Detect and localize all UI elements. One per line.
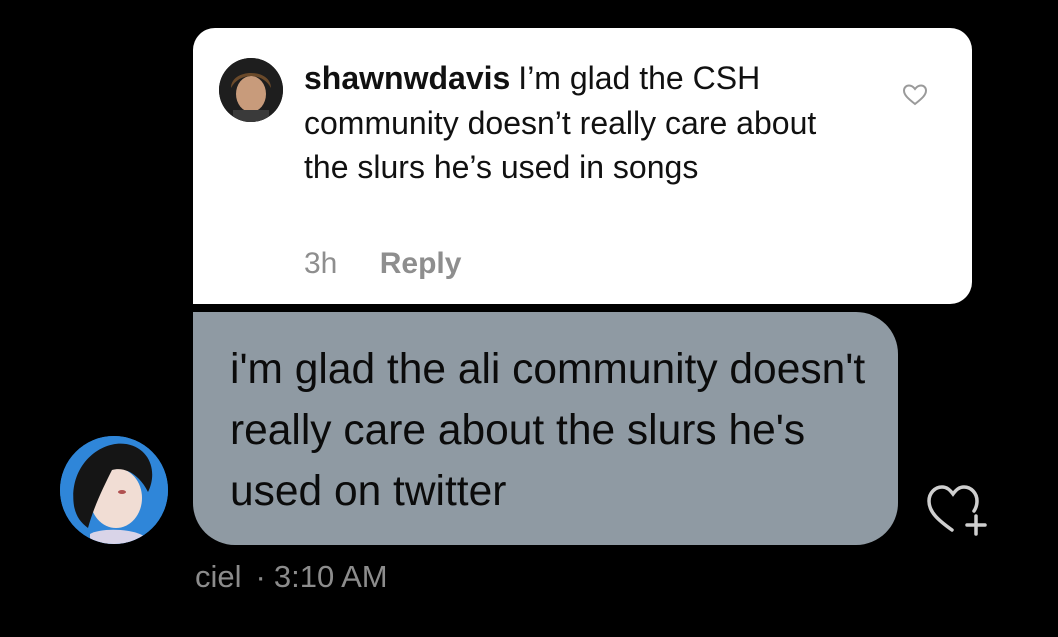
commenter-username[interactable]: shawnwdavis bbox=[304, 60, 510, 96]
sender-name: ciel bbox=[195, 559, 242, 594]
footer-separator: · bbox=[255, 559, 266, 594]
commenter-avatar-image bbox=[219, 58, 283, 122]
commenter-avatar[interactable] bbox=[219, 58, 283, 122]
comment-meta-row: 3h Reply bbox=[304, 247, 461, 281]
reply-message-bubble[interactable]: i'm glad the ali community doesn't reall… bbox=[193, 312, 898, 545]
sender-avatar[interactable] bbox=[60, 436, 168, 544]
heart-outline-icon[interactable] bbox=[902, 83, 928, 107]
heart-plus-icon[interactable] bbox=[920, 478, 994, 538]
sender-avatar-image bbox=[60, 436, 168, 544]
message-footer: ciel · 3:10 AM bbox=[195, 559, 388, 595]
quoted-comment-text-block: shawnwdavis I’m glad the CSH community do… bbox=[304, 56, 864, 190]
reply-button[interactable]: Reply bbox=[380, 247, 462, 280]
quoted-comment-card[interactable]: shawnwdavis I’m glad the CSH community do… bbox=[193, 28, 972, 304]
comment-timestamp: 3h bbox=[304, 247, 338, 280]
message-timestamp: 3:10 AM bbox=[273, 559, 388, 594]
reply-message-text: i'm glad the ali community doesn't reall… bbox=[230, 346, 866, 515]
